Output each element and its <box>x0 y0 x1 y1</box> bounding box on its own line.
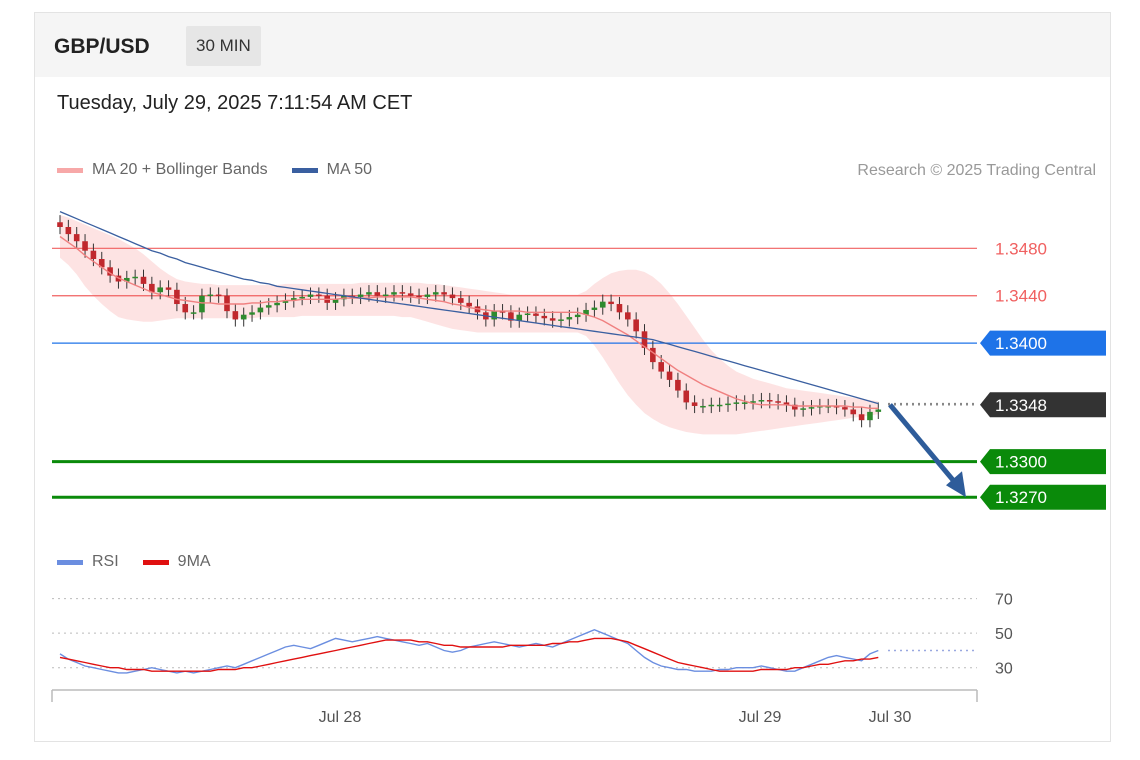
candle-body <box>599 301 606 308</box>
candle-body <box>566 317 573 320</box>
candle-body <box>407 293 414 296</box>
candle-body <box>182 304 189 313</box>
candle-body <box>274 302 280 306</box>
level-label-1.3300: 1.3300 <box>995 453 1047 472</box>
candle-body <box>733 402 740 404</box>
rsi-tick-label: 50 <box>995 626 1013 643</box>
candle-body <box>533 313 539 316</box>
candle-body <box>140 276 147 284</box>
candle-body <box>842 407 848 410</box>
candle-body <box>716 404 723 407</box>
candle-body <box>466 302 472 307</box>
candle-body <box>199 295 205 313</box>
candle-body <box>416 295 422 298</box>
candle-body <box>700 405 706 408</box>
rsi-9ma-line <box>59 637 879 672</box>
candle-body <box>616 304 623 313</box>
candle-body <box>758 400 765 402</box>
candle-body <box>299 296 305 299</box>
rsi-tick-label: 30 <box>995 661 1013 678</box>
candle-body <box>57 222 63 227</box>
candle-body <box>374 292 381 296</box>
candle-body <box>257 307 264 313</box>
candle-body <box>708 404 715 407</box>
candle-body <box>73 234 80 242</box>
rsi-line <box>59 628 879 674</box>
level-label-1.3480: 1.3480 <box>995 239 1047 258</box>
candle-body <box>432 292 439 295</box>
candle-body <box>215 294 222 297</box>
candle-body <box>725 403 731 406</box>
level-label-1.3270: 1.3270 <box>995 488 1047 507</box>
candle-body <box>558 319 564 321</box>
candle-body <box>650 347 656 363</box>
candle-body <box>391 292 397 295</box>
candle-body <box>157 287 163 293</box>
candle-body <box>549 318 556 321</box>
candle-body <box>265 305 272 308</box>
x-tick-label: Jul 28 <box>319 709 362 726</box>
candle-body <box>574 314 581 318</box>
candle-body <box>524 313 531 316</box>
candle-body <box>174 289 180 305</box>
level-label-1.3400: 1.3400 <box>995 334 1047 353</box>
candle-body <box>316 294 322 297</box>
candle-body <box>190 312 197 314</box>
price-chart: 1.3480 1.3440 1.3400 1.3348 1.3300 1.3270 70 50… <box>51 211 1106 726</box>
candle-body <box>658 362 664 372</box>
candle-body <box>249 312 255 315</box>
candle-body <box>625 312 631 320</box>
forecast-arrow-shaft <box>888 403 961 489</box>
level-label-1.3440: 1.3440 <box>995 287 1047 306</box>
candle-body <box>858 414 865 421</box>
candle-body <box>424 294 431 297</box>
candle-body <box>82 241 88 251</box>
candle-body <box>850 409 857 415</box>
candle-body <box>207 294 214 297</box>
candle-body <box>232 311 239 320</box>
candle-body <box>591 307 598 310</box>
candle-body <box>666 371 673 380</box>
candle-body <box>65 227 72 235</box>
candle-body <box>867 411 873 421</box>
candle-body <box>766 400 773 402</box>
candle-body <box>441 292 447 295</box>
x-tick-label: Jul 30 <box>869 709 912 726</box>
candle-body <box>875 409 882 412</box>
candle-body <box>800 408 806 410</box>
candle-body <box>307 294 314 297</box>
candle-body <box>633 319 639 332</box>
candle-body <box>240 314 247 320</box>
candle-body <box>541 315 548 319</box>
candle-body <box>741 402 748 404</box>
candle-body <box>675 379 681 391</box>
candle-body <box>775 401 781 403</box>
candle-body <box>357 294 364 297</box>
candle-body <box>90 250 97 259</box>
candle-body <box>132 276 138 279</box>
candle-body <box>683 390 690 403</box>
candle-body <box>399 292 406 294</box>
candle-body <box>449 294 456 299</box>
candle-body <box>608 301 614 305</box>
level-label-1.3348: 1.3348 <box>995 396 1047 415</box>
candle-body <box>165 287 172 290</box>
candle-body <box>691 402 698 406</box>
rsi-tick-label: 70 <box>995 592 1013 609</box>
x-tick-label: Jul 29 <box>739 709 782 726</box>
candle-body <box>382 294 389 297</box>
candle-body <box>808 407 815 409</box>
candle-body <box>491 311 497 320</box>
candle-body <box>458 298 464 303</box>
candle-body <box>366 292 372 295</box>
